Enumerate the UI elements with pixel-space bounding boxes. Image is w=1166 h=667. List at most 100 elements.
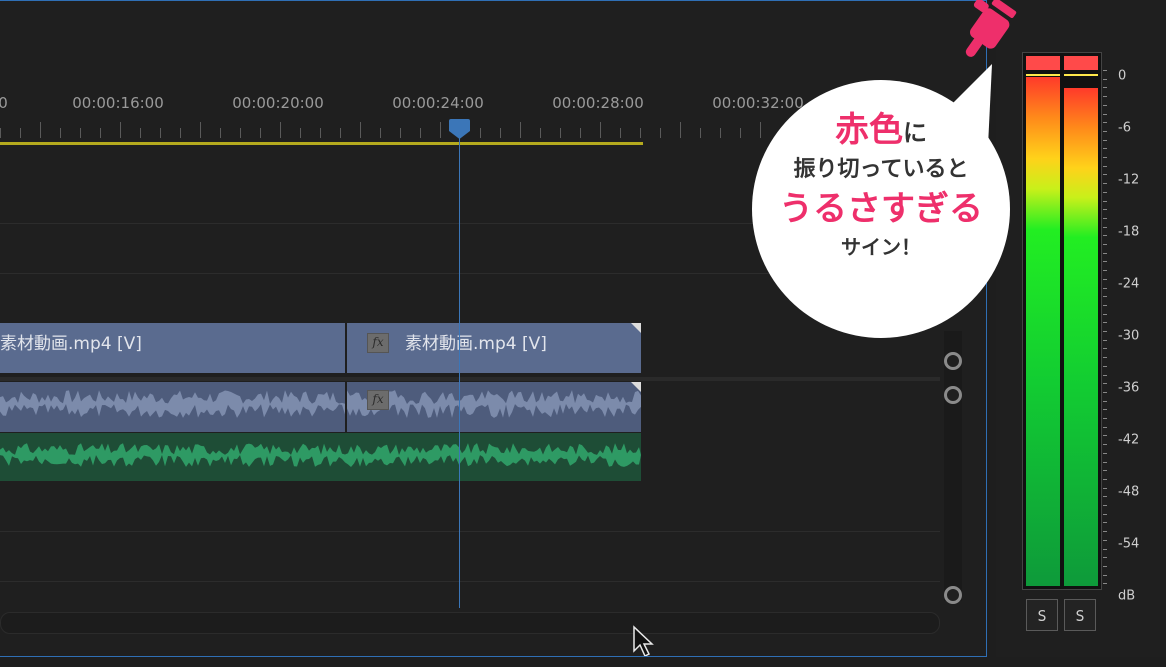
db-label: -30 — [1118, 328, 1140, 344]
db-tick — [1103, 531, 1107, 533]
db-tick — [1103, 583, 1107, 585]
db-tick — [1103, 357, 1107, 359]
track-divider — [0, 531, 940, 532]
ruler-tick — [480, 128, 481, 138]
db-tick — [1103, 557, 1107, 559]
db-tick — [1103, 435, 1107, 437]
meter-divider — [1061, 53, 1063, 589]
db-tick — [1103, 122, 1107, 124]
db-label: -24 — [1118, 276, 1140, 292]
vertical-scrollbar[interactable] — [944, 331, 962, 601]
db-tick — [1103, 365, 1107, 367]
db-tick — [1103, 400, 1107, 402]
peak-line — [1064, 74, 1098, 76]
ruler-tick — [380, 128, 381, 138]
clip-label: 素材動画.mp4 [V] — [405, 334, 547, 354]
waveform-shape — [0, 455, 641, 467]
audio-clip[interactable]: fx — [347, 382, 641, 432]
ruler-tick — [420, 128, 421, 138]
clip-indicator — [1026, 56, 1060, 70]
playhead-line[interactable] — [459, 131, 460, 608]
callout-text: 赤色に 振り切っていると うるさすぎる サイン！ — [752, 110, 1010, 263]
db-tick — [1103, 478, 1107, 480]
audio-waveform — [0, 390, 345, 418]
timecode-label: 00:00:20:00 — [232, 94, 324, 112]
ruler-tick — [260, 128, 261, 138]
ruler-tick — [60, 128, 61, 138]
db-tick — [1103, 296, 1107, 298]
db-tick — [1103, 565, 1107, 567]
horizontal-scrollbar[interactable] — [0, 612, 940, 634]
audio-clip[interactable] — [0, 382, 345, 432]
scroll-knob[interactable] — [944, 586, 962, 604]
db-tick — [1103, 331, 1107, 332]
db-tick — [1103, 96, 1107, 98]
audio-clip-green[interactable] — [0, 433, 641, 481]
db-tick — [1103, 148, 1107, 150]
db-tick — [1103, 322, 1107, 324]
db-tick — [1103, 487, 1107, 489]
ruler-tick — [240, 128, 241, 138]
callout-text-line: に — [903, 119, 927, 147]
video-clip[interactable]: 素材動画.mp4 [V] — [0, 323, 345, 373]
scroll-knob[interactable] — [944, 352, 962, 370]
db-tick — [1103, 313, 1107, 315]
db-tick — [1103, 409, 1107, 411]
solo-left-button[interactable]: S — [1026, 599, 1058, 631]
db-tick — [1103, 539, 1107, 541]
db-tick — [1103, 505, 1107, 506]
db-tick — [1103, 191, 1107, 193]
playhead-handle[interactable] — [449, 119, 470, 139]
callout-text-line: 振り切っていると — [793, 157, 969, 182]
db-tick — [1103, 339, 1107, 341]
ruler-tick — [660, 128, 661, 138]
video-clip[interactable]: fx 素材動画.mp4 [V] — [347, 323, 641, 373]
audio-meter — [1022, 52, 1102, 590]
clip-end-marker — [631, 323, 641, 333]
ruler-tick — [680, 122, 681, 138]
meter-right-channel — [1064, 56, 1098, 586]
db-tick — [1103, 348, 1107, 350]
audio-waveform — [0, 443, 641, 467]
work-area-bar[interactable] — [0, 142, 643, 145]
waveform-shape — [0, 443, 641, 455]
db-label: -48 — [1118, 484, 1140, 500]
ruler-tick — [400, 128, 401, 138]
pointing-hand-icon — [965, 0, 1017, 57]
db-tick — [1103, 287, 1107, 289]
ruler-tick — [440, 122, 441, 138]
db-tick — [1103, 183, 1107, 185]
db-tick — [1103, 391, 1107, 393]
db-tick — [1103, 574, 1107, 576]
timecode-label: 00:00:16:00 — [72, 94, 164, 112]
mouse-cursor-icon — [633, 625, 654, 656]
timecode-label: 00:00:28:00 — [552, 94, 644, 112]
ruler-tick — [360, 122, 361, 138]
peak-line — [1026, 74, 1060, 76]
db-label: -36 — [1118, 380, 1140, 396]
db-label: -12 — [1118, 172, 1140, 188]
ruler-tick — [320, 128, 321, 138]
scroll-knob[interactable] — [944, 386, 962, 404]
db-tick — [1103, 496, 1107, 498]
db-tick — [1103, 244, 1107, 245]
waveform-shape — [0, 390, 345, 404]
db-tick — [1103, 139, 1107, 141]
track-divider — [0, 581, 940, 582]
fx-badge: fx — [367, 333, 389, 353]
db-tick — [1103, 87, 1107, 89]
ruler-tick — [160, 128, 161, 138]
db-tick — [1103, 261, 1107, 263]
db-tick — [1103, 418, 1107, 419]
ruler-tick — [520, 122, 521, 138]
db-label: -54 — [1118, 536, 1140, 552]
solo-right-button[interactable]: S — [1064, 599, 1096, 631]
ruler-tick — [620, 128, 621, 138]
db-tick — [1103, 70, 1107, 71]
db-tick — [1103, 383, 1107, 385]
ruler-tick — [20, 128, 21, 138]
db-tick — [1103, 78, 1107, 80]
db-tick — [1103, 217, 1107, 219]
db-tick — [1103, 113, 1107, 115]
db-tick — [1103, 200, 1107, 202]
